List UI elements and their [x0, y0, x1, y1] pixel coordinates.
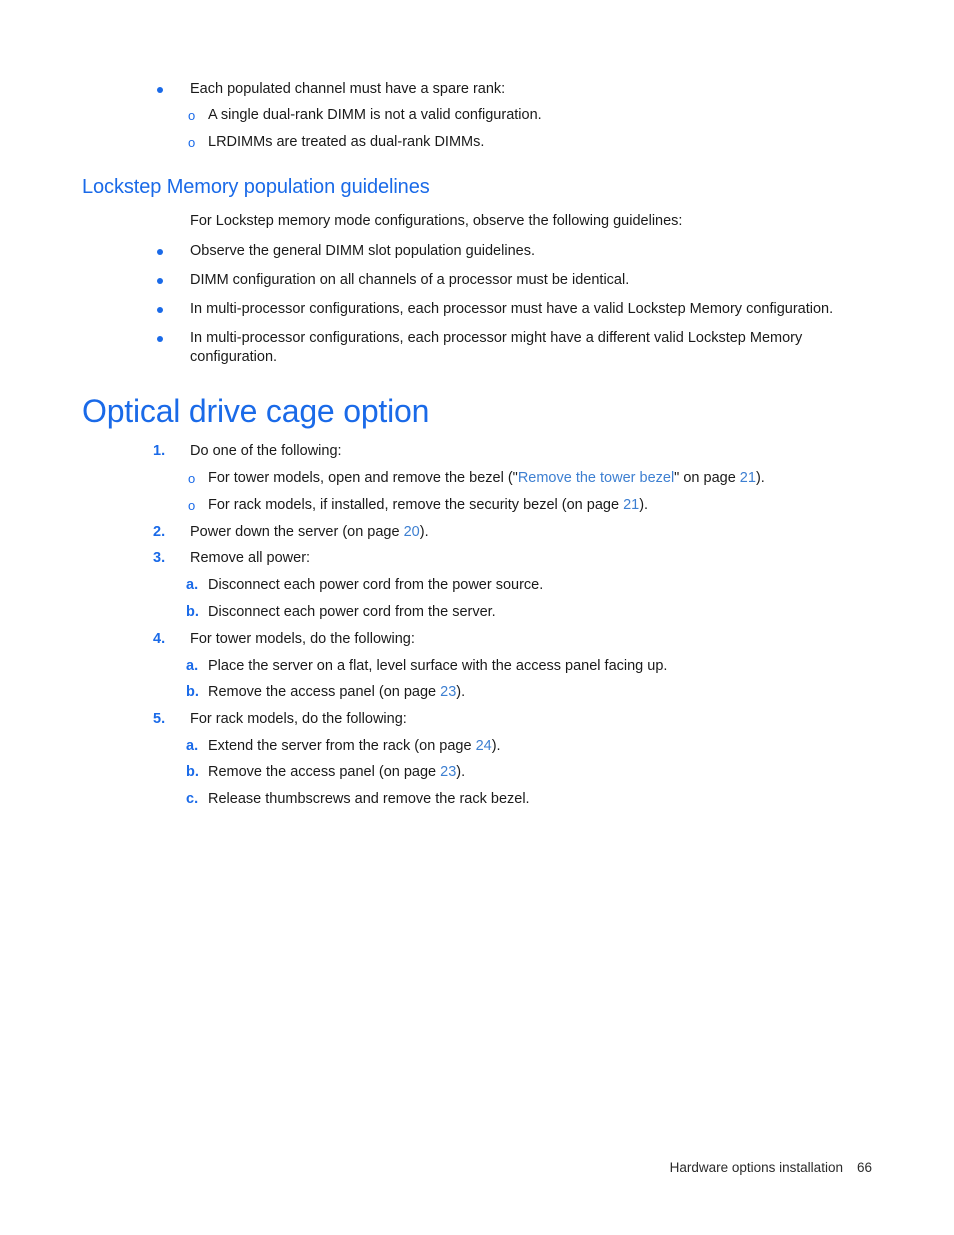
list-item: DIMM configuration on all channels of a … — [157, 271, 897, 290]
ordered-list-item: 4. For tower models, do the following: — [153, 630, 893, 649]
ordered-list-item: 1. Do one of the following: — [153, 442, 893, 461]
list-item: o For rack models, if installed, remove … — [188, 496, 898, 515]
list-item-text: Place the server on a flat, level surfac… — [208, 658, 668, 674]
bullet-dot-icon — [157, 307, 163, 313]
page-reference-link[interactable]: 23 — [440, 764, 456, 780]
text-fragment: ). — [456, 684, 466, 700]
ordered-list-item: 3. Remove all power: — [153, 549, 893, 568]
list-item-text: For rack models, if installed, remove th… — [208, 496, 898, 515]
list-item-text: Do one of the following: — [190, 443, 342, 459]
list-marker: b. — [186, 604, 199, 620]
footer-page-number: 66 — [856, 1160, 872, 1175]
list-item-text: Remove the access panel (on page 23). — [208, 763, 896, 782]
lettered-list-item: a. Extend the server from the rack (on p… — [186, 737, 896, 756]
list-marker: b. — [186, 764, 199, 780]
text-fragment: ). — [419, 524, 429, 540]
lettered-list-item: b. Disconnect each power cord from the s… — [186, 603, 896, 622]
list-marker: 3. — [153, 550, 166, 566]
text-fragment: For tower models, open and remove the be… — [208, 470, 518, 486]
list-item-text: Disconnect each power cord from the serv… — [208, 604, 496, 620]
list-item: In multi-processor configurations, each … — [157, 329, 857, 367]
lettered-list-item: a. Disconnect each power cord from the p… — [186, 576, 896, 595]
page-reference-link[interactable]: 21 — [740, 470, 756, 486]
text-fragment: For rack models, if installed, remove th… — [208, 497, 624, 513]
list-marker: 2. — [153, 524, 166, 540]
list-item-text: For tower models, open and remove the be… — [208, 469, 898, 488]
text-fragment: Extend the server from the rack (on page — [208, 738, 476, 754]
document-page: Each populated channel must have a spare… — [0, 0, 954, 1235]
bullet-dot-icon — [157, 87, 163, 93]
page-reference-link[interactable]: 23 — [440, 684, 456, 700]
list-item: o For tower models, open and remove the … — [188, 469, 898, 488]
list-item-text: LRDIMMs are treated as dual-rank DIMMs. — [208, 134, 485, 150]
bullet-circle-icon: o — [188, 498, 196, 513]
list-marker: a. — [186, 738, 199, 754]
list-item: Observe the general DIMM slot population… — [157, 242, 897, 261]
text-fragment: Power down the server (on page — [190, 524, 404, 540]
list-marker: c. — [186, 791, 199, 807]
list-item-text: For tower models, do the following: — [190, 631, 415, 647]
ordered-list-item: 2. Power down the server (on page 20). — [153, 523, 893, 542]
list-item-text: Power down the server (on page 20). — [190, 523, 893, 542]
text-fragment: Remove the access panel (on page — [208, 684, 441, 700]
page-title: Optical drive cage option — [82, 393, 430, 429]
list-item: In multi-processor configurations, each … — [157, 300, 897, 319]
bullet-circle-icon: o — [188, 471, 196, 486]
list-item: o LRDIMMs are treated as dual-rank DIMMs… — [188, 133, 898, 152]
bullet-dot-icon — [157, 278, 163, 284]
list-item-text: For rack models, do the following: — [190, 711, 407, 727]
list-item-text: Remove the access panel (on page 23). — [208, 683, 896, 702]
text-fragment: ). — [755, 470, 765, 486]
cross-reference-link[interactable]: Remove the tower bezel — [518, 470, 674, 486]
list-marker: a. — [186, 658, 199, 674]
list-marker: 5. — [153, 711, 166, 727]
list-item-text: In multi-processor configurations, each … — [190, 330, 803, 365]
bullet-circle-icon: o — [188, 135, 196, 150]
list-item-text: Extend the server from the rack (on page… — [208, 737, 896, 756]
lettered-list-item: a. Place the server on a flat, level sur… — [186, 657, 896, 676]
lockstep-intro-paragraph: For Lockstep memory mode configurations,… — [190, 213, 683, 229]
section-heading-lockstep: Lockstep Memory population guidelines — [82, 176, 430, 198]
list-marker: a. — [186, 577, 199, 593]
list-item-text: DIMM configuration on all channels of a … — [190, 272, 630, 288]
bullet-circle-icon: o — [188, 108, 196, 123]
text-fragment: ). — [639, 497, 649, 513]
bullet-dot-icon — [157, 249, 163, 255]
list-item-text: Release thumbscrews and remove the rack … — [208, 791, 530, 807]
list-item: o A single dual-rank DIMM is not a valid… — [188, 106, 898, 125]
list-item-text: Remove all power: — [190, 550, 311, 566]
page-reference-link[interactable]: 24 — [476, 738, 492, 754]
footer-section-label: Hardware options installation — [669, 1160, 843, 1175]
lettered-list-item: b. Remove the access panel (on page 23). — [186, 683, 896, 702]
page-footer: Hardware options installation 66 — [0, 1159, 872, 1177]
text-fragment: ). — [491, 738, 501, 754]
list-item-text: A single dual-rank DIMM is not a valid c… — [208, 107, 542, 123]
list-item-text: Each populated channel must have a spare… — [190, 81, 506, 97]
list-item-text: Observe the general DIMM slot population… — [190, 243, 535, 259]
lettered-list-item: c. Release thumbscrews and remove the ra… — [186, 790, 896, 809]
bullet-dot-icon — [157, 336, 163, 342]
ordered-list-item: 5. For rack models, do the following: — [153, 710, 893, 729]
lettered-list-item: b. Remove the access panel (on page 23). — [186, 763, 896, 782]
page-reference-link[interactable]: 21 — [623, 497, 639, 513]
list-item-text: Disconnect each power cord from the powe… — [208, 577, 544, 593]
list-marker: b. — [186, 684, 199, 700]
text-fragment: Remove the access panel (on page — [208, 764, 441, 780]
list-item: Each populated channel must have a spare… — [157, 80, 897, 99]
list-marker: 1. — [153, 443, 166, 459]
page-reference-link[interactable]: 20 — [404, 524, 420, 540]
list-marker: 4. — [153, 631, 166, 647]
text-fragment: " on page — [674, 470, 740, 486]
text-fragment: ). — [456, 764, 466, 780]
list-item-text: In multi-processor configurations, each … — [190, 301, 834, 317]
